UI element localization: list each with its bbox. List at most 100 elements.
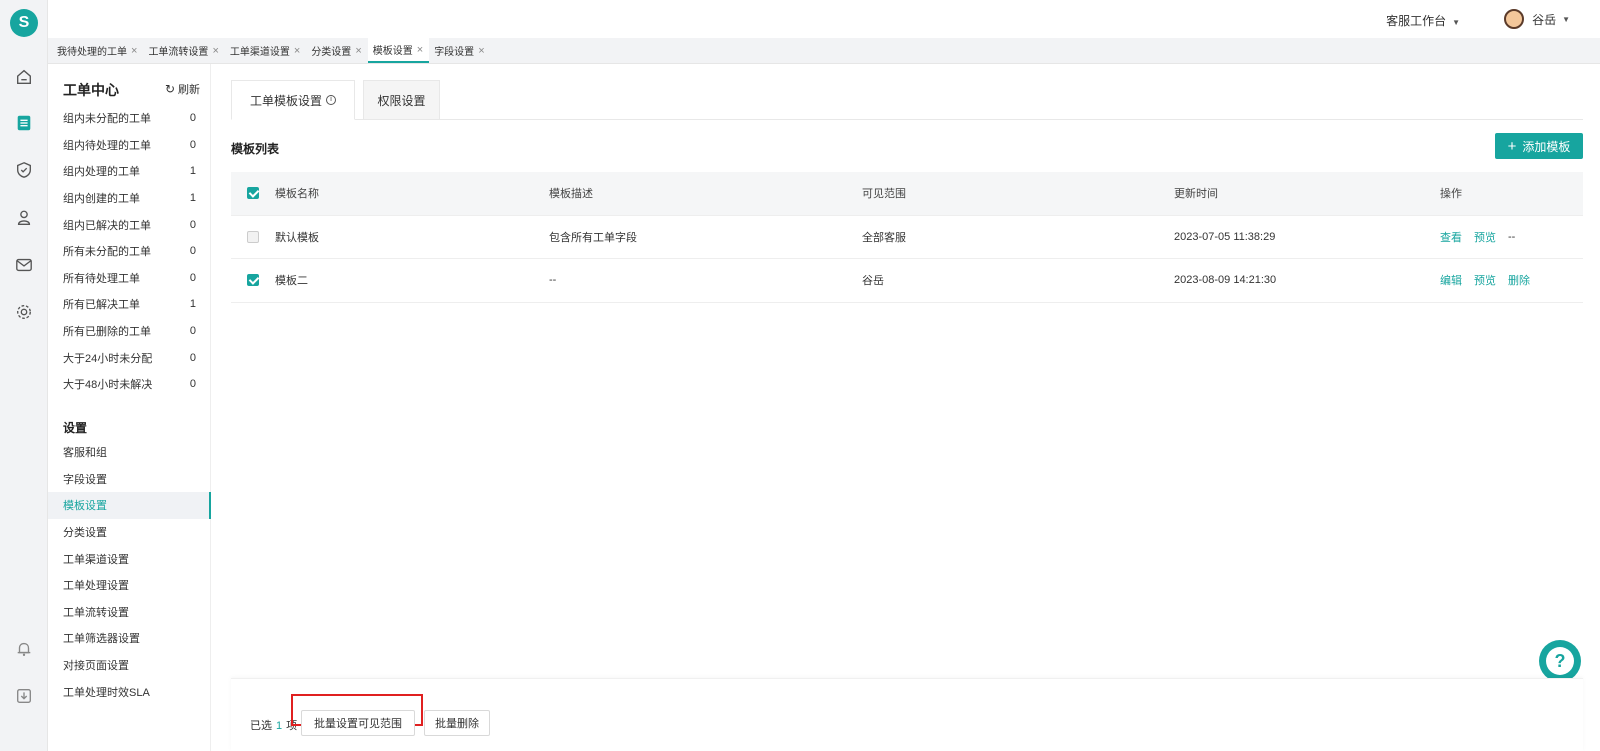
sidebar-count-item[interactable]: 组内待处理的工单 0 [48, 132, 211, 159]
sidebar-item-sla[interactable]: 工单处理时效SLA [48, 678, 211, 705]
add-template-button[interactable]: + 添加模板 [1495, 133, 1583, 159]
count-value: 1 [189, 192, 196, 205]
sidebar-count-item[interactable]: 所有待处理工单 0 [48, 265, 211, 292]
count-value: 0 [189, 112, 196, 125]
sidebar-count-item[interactable]: 组内未分配的工单 0 [48, 105, 211, 132]
sidebar-item-fields[interactable]: 字段设置 [48, 466, 211, 493]
template-time: 2023-08-09 14:21:30 [1174, 274, 1277, 287]
caret-down-icon: ▼ [1562, 14, 1570, 24]
sidebar-item-filters[interactable]: 工单筛选器设置 [48, 625, 211, 652]
sidebar-item-categories[interactable]: 分类设置 [48, 519, 211, 546]
count-value: 0 [189, 378, 196, 391]
ticket-icon[interactable] [14, 113, 34, 133]
template-table: 模板名称 模板描述 可见范围 更新时间 操作 默认模板 包含所有工单字段 全部客… [231, 172, 1583, 303]
batch-set-scope-button[interactable]: 批量设置可见范围 [301, 710, 415, 736]
ticket-center-sidebar: 工单中心 ↻ 刷新 组内未分配的工单 0 组内待处理的工单 0 组内处理的工单 1 组内… [48, 64, 211, 751]
user-menu[interactable]: 谷岳 ▼ [1504, 9, 1570, 29]
table-row: 默认模板 包含所有工单字段 全部客服 2023-07-05 11:38:29 查… [231, 216, 1583, 259]
preview-link[interactable]: 预览 [1474, 272, 1496, 288]
refresh-label: 刷新 [178, 84, 200, 96]
page-tab-label: 分类设置 [311, 47, 352, 58]
selected-count: 1 [276, 720, 283, 732]
page-tab[interactable]: 工单流转设置 × [143, 38, 224, 63]
sidebar-item-flow[interactable]: 工单流转设置 [48, 599, 211, 626]
home-icon[interactable] [14, 67, 34, 87]
close-icon[interactable]: × [212, 45, 218, 57]
mail-icon[interactable] [14, 255, 34, 275]
close-icon[interactable]: × [417, 44, 423, 56]
ticket-count-list: 组内未分配的工单 0 组内待处理的工单 0 组内处理的工单 1 组内创建的工单 1 组内… [48, 105, 211, 398]
count-label: 所有待处理工单 [63, 272, 140, 285]
delete-link[interactable]: 删除 [1508, 272, 1530, 288]
page-tab[interactable]: 分类设置 × [306, 38, 367, 63]
gear-icon[interactable] [14, 302, 34, 322]
template-scope: 谷岳 [862, 275, 884, 288]
sidebar-count-item[interactable]: 组内创建的工单 1 [48, 185, 211, 212]
caret-down-icon: ▼ [1452, 18, 1460, 27]
workspace-switcher[interactable]: 客服工作台 ▼ [1386, 12, 1460, 29]
count-label: 大于48小时未解决 [63, 379, 153, 392]
close-icon[interactable]: × [131, 45, 137, 57]
sidebar-count-item[interactable]: 所有未分配的工单 0 [48, 238, 211, 265]
workspace-label: 客服工作台 [1386, 14, 1447, 28]
batch-action-bar: 已选 1 项 批量设置可见范围 批量删除 [231, 678, 1583, 751]
close-icon[interactable]: × [294, 45, 300, 57]
view-link[interactable]: 查看 [1440, 229, 1462, 245]
count-value: 0 [189, 218, 196, 231]
bell-icon[interactable] [14, 639, 34, 659]
sidebar-item-agents[interactable]: 客服和组 [48, 439, 211, 466]
close-icon[interactable]: × [355, 45, 361, 57]
page-tab[interactable]: 工单渠道设置 × [225, 38, 306, 63]
sidebar-count-item[interactable]: 所有已删除的工单 0 [48, 318, 211, 345]
page-tab[interactable]: 我待处理的工单 × [52, 38, 143, 63]
app-logo[interactable]: S [10, 9, 38, 37]
page-tab[interactable]: 字段设置 × [429, 38, 490, 63]
template-name: 模板二 [275, 275, 308, 288]
tab-label: 权限设置 [377, 93, 426, 108]
template-scope: 全部客服 [862, 231, 906, 244]
template-desc: 包含所有工单字段 [549, 231, 637, 244]
edit-link[interactable]: 编辑 [1440, 272, 1462, 288]
page-tab-label: 工单流转设置 [148, 47, 209, 58]
sidebar-count-item[interactable]: 大于24小时未分配 0 [48, 344, 211, 371]
page-tab-label: 工单渠道设置 [229, 47, 290, 58]
count-value: 0 [189, 351, 196, 364]
count-label: 所有已删除的工单 [63, 326, 151, 339]
sidebar-item-pages[interactable]: 对接页面设置 [48, 652, 211, 679]
count-label: 组内待处理的工单 [63, 139, 151, 152]
sidebar-item-processing[interactable]: 工单处理设置 [48, 572, 211, 599]
sidebar-count-item[interactable]: 大于48小时未解决 0 [48, 371, 211, 398]
select-all-checkbox[interactable] [247, 187, 259, 200]
shield-icon[interactable] [14, 160, 34, 180]
count-label: 组内已解决的工单 [63, 219, 151, 232]
sidebar-count-item[interactable]: 组内处理的工单 1 [48, 158, 211, 185]
download-icon[interactable] [14, 686, 34, 706]
refresh-button[interactable]: ↻ 刷新 [165, 81, 200, 97]
batch-delete-button[interactable]: 批量删除 [424, 710, 490, 736]
page-tab-active[interactable]: 模板设置 × [367, 38, 430, 63]
tab-label: 工单模板设置 [249, 93, 322, 108]
count-value: 0 [189, 245, 196, 258]
preview-link[interactable]: 预览 [1474, 229, 1496, 245]
list-title: 模板列表 [231, 142, 280, 156]
user-icon[interactable] [14, 208, 34, 228]
tab-template-settings[interactable]: 工单模板设置 i [231, 80, 355, 120]
row-checkbox[interactable] [247, 230, 259, 243]
main-content: 工单模板设置 i 权限设置 模板列表 + 添加模板 模板名称 模板描述 可见范围 更… [212, 64, 1600, 751]
plus-icon: + [1507, 137, 1517, 155]
sidebar-item-templates[interactable]: 模板设置 [48, 492, 211, 519]
help-button[interactable]: ? [1539, 640, 1581, 682]
header-time: 更新时间 [1174, 188, 1218, 201]
row-checkbox[interactable] [247, 274, 259, 287]
count-label: 组内创建的工单 [63, 193, 140, 206]
count-label: 所有已解决工单 [63, 299, 140, 312]
header-ops: 操作 [1440, 188, 1462, 201]
row-actions: 查看 预览 -- [1440, 216, 1515, 259]
tab-permission-settings[interactable]: 权限设置 [363, 80, 440, 120]
action-placeholder: -- [1508, 230, 1516, 243]
sidebar-count-item[interactable]: 所有已解决工单 1 [48, 291, 211, 318]
template-time: 2023-07-05 11:38:29 [1174, 230, 1276, 243]
sidebar-item-channels[interactable]: 工单渠道设置 [48, 545, 211, 572]
close-icon[interactable]: × [478, 45, 484, 57]
sidebar-count-item[interactable]: 组内已解决的工单 0 [48, 211, 211, 238]
